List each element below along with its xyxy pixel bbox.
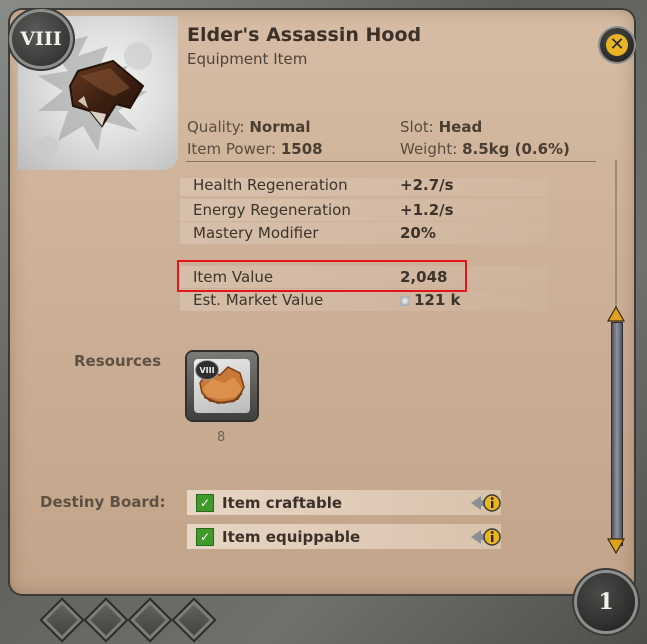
- attribute-value: 20%: [400, 224, 436, 242]
- scroll-rail: [615, 160, 617, 322]
- leather-icon: VIII: [194, 359, 250, 413]
- info-arrow-icon[interactable]: [469, 493, 501, 513]
- item-power-stat: Item Power: 1508: [187, 140, 323, 158]
- destiny-board-label: Destiny Board:: [40, 493, 166, 511]
- quality-label: Quality:: [187, 118, 245, 136]
- silver-icon: [400, 295, 410, 306]
- slot-stat: Slot: Head: [400, 118, 482, 136]
- resource-count: 8: [217, 430, 226, 445]
- resources-label: Resources: [74, 352, 162, 370]
- divider: [186, 161, 596, 162]
- market-value-text: 121 k: [414, 291, 461, 309]
- item-power-label: Item Power:: [187, 140, 277, 158]
- close-icon: ✕: [606, 34, 628, 56]
- scroll-down-arrow-icon[interactable]: [607, 538, 625, 554]
- scroll-up-arrow-icon[interactable]: [607, 306, 625, 322]
- item-power-value: 1508: [280, 140, 323, 158]
- item-type: Equipment Item: [187, 50, 308, 68]
- destiny-row-text: Item equippable: [222, 528, 361, 546]
- attribute-label: Est. Market Value: [193, 291, 324, 309]
- attribute-row-market-value: Est. Market Value 121 k: [180, 289, 548, 311]
- resource-slot[interactable]: VIII: [187, 352, 257, 420]
- quality-value: Normal: [249, 118, 311, 136]
- weight-value: 8.5kg (0.6%): [462, 140, 570, 158]
- weight-stat: Weight: 8.5kg (0.6%): [400, 140, 570, 158]
- attribute-value: +1.2/s: [400, 201, 454, 219]
- attribute-row-health-regen: Health Regeneration +2.7/s: [180, 178, 548, 196]
- attribute-label: Health Regeneration: [193, 178, 348, 194]
- info-arrow-icon[interactable]: [469, 527, 501, 547]
- item-name: Elder's Assassin Hood: [187, 24, 422, 46]
- destiny-row-craftable: ✓ Item craftable: [187, 490, 501, 515]
- checkmark-icon: ✓: [196, 494, 214, 512]
- resource-tier-badge: VIII: [196, 361, 218, 379]
- slot-label: Slot:: [400, 118, 434, 136]
- item-value-highlight: [177, 260, 467, 292]
- attribute-value: +2.7/s: [400, 178, 454, 194]
- quality-stat: Quality: Normal: [187, 118, 311, 136]
- scroll-thumb[interactable]: [611, 322, 623, 546]
- checkmark-icon: ✓: [196, 528, 214, 546]
- destiny-row-text: Item craftable: [222, 494, 343, 512]
- attribute-row-energy-regen: Energy Regeneration +1.2/s: [180, 199, 548, 221]
- scrollbar[interactable]: [602, 160, 630, 560]
- destiny-row-equippable: ✓ Item equippable: [187, 524, 501, 549]
- tier-badge: VIII: [12, 12, 70, 66]
- weight-label: Weight:: [400, 140, 458, 158]
- attribute-value: 121 k: [400, 291, 461, 309]
- attribute-label: Mastery Modifier: [193, 224, 319, 242]
- attribute-label: Energy Regeneration: [193, 201, 351, 219]
- slot-value: Head: [438, 118, 483, 136]
- page-number-badge: 1: [577, 573, 635, 631]
- attribute-row-mastery-modifier: Mastery Modifier 20%: [180, 222, 548, 244]
- close-button[interactable]: ✕: [600, 28, 634, 62]
